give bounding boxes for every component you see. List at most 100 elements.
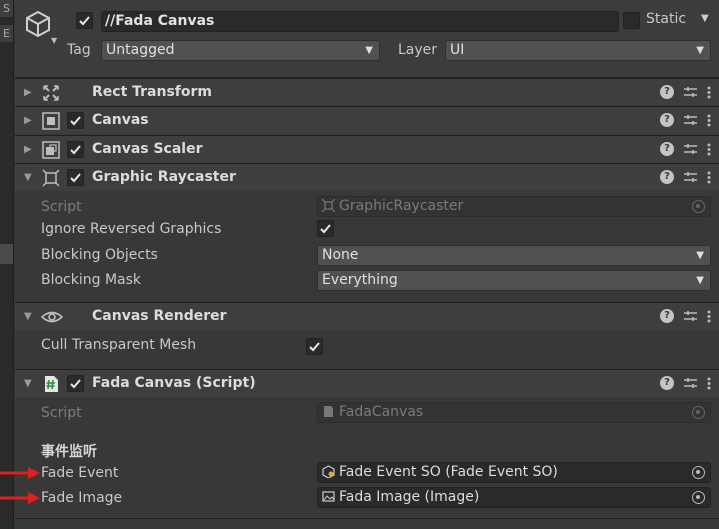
fade-image-field[interactable]: Fada Image (Image) bbox=[317, 487, 711, 508]
blocking-mask-dropdown[interactable]: Everything ▼ bbox=[317, 270, 711, 291]
help-icon[interactable]: ? bbox=[660, 113, 674, 127]
component-title: Graphic Raycaster bbox=[92, 169, 236, 185]
scriptable-object-icon bbox=[322, 465, 335, 478]
fold-arrow-icon[interactable]: ▼ bbox=[24, 311, 32, 322]
object-name-input[interactable]: //Fada Canvas bbox=[101, 11, 619, 32]
fold-arrow-icon[interactable]: ▶ bbox=[24, 87, 32, 98]
help-icon[interactable]: ? bbox=[660, 170, 674, 184]
help-icon[interactable]: ? bbox=[660, 85, 674, 99]
component-header-canvas-scaler[interactable]: ▶ Canvas Scaler ? bbox=[15, 135, 719, 163]
static-dropdown-arrow[interactable]: ▼ bbox=[701, 13, 709, 24]
graphic-raycaster-icon bbox=[322, 199, 335, 212]
kebab-menu-icon[interactable] bbox=[707, 86, 711, 99]
object-picker-icon[interactable] bbox=[692, 466, 705, 479]
component-title: Canvas bbox=[92, 112, 149, 128]
preset-sliders-icon[interactable] bbox=[684, 114, 697, 127]
red-annotation-arrow bbox=[0, 492, 40, 504]
blocking-mask-value: Everything bbox=[322, 272, 398, 288]
component-header-canvas[interactable]: ▶ Canvas ? bbox=[15, 106, 719, 134]
canvas-scaler-icon bbox=[42, 141, 60, 159]
object-picker-icon bbox=[692, 200, 705, 213]
kebab-menu-icon[interactable] bbox=[707, 143, 711, 156]
blocking-objects-value: None bbox=[322, 247, 359, 263]
enabled-checkbox[interactable] bbox=[67, 112, 84, 129]
help-icon[interactable]: ? bbox=[660, 376, 674, 390]
kebab-menu-icon[interactable] bbox=[707, 114, 711, 127]
layer-label: Layer bbox=[398, 42, 438, 58]
script-value: FadaCanvas bbox=[339, 404, 424, 420]
layer-dropdown[interactable]: UI ▼ bbox=[445, 40, 711, 61]
fold-arrow-icon[interactable]: ▶ bbox=[24, 144, 32, 155]
red-annotation-arrow bbox=[0, 467, 40, 479]
tag-value: Untagged bbox=[106, 42, 175, 58]
graphic-raycaster-icon bbox=[42, 169, 60, 187]
preset-sliders-icon[interactable] bbox=[684, 86, 697, 99]
ignore-reversed-checkbox[interactable] bbox=[317, 220, 334, 237]
fold-arrow-icon[interactable]: ▼ bbox=[24, 378, 32, 389]
left-strip-glyph: E bbox=[0, 25, 13, 42]
script-label: Script bbox=[41, 405, 82, 421]
cull-transparent-checkbox[interactable] bbox=[306, 338, 323, 355]
preset-sliders-icon[interactable] bbox=[684, 171, 697, 184]
component-header-fada-canvas-script[interactable]: ▼ Fada Canvas (Script) ? bbox=[15, 369, 719, 397]
blocking-objects-label: Blocking Objects bbox=[41, 247, 158, 263]
left-strip-selection bbox=[0, 244, 13, 264]
icon-dropdown-arrow[interactable]: ▼ bbox=[51, 36, 57, 45]
component-title: Fada Canvas (Script) bbox=[92, 375, 256, 391]
script-label: Script bbox=[41, 199, 82, 215]
component-title: Rect Transform bbox=[92, 84, 213, 100]
component-header-rect-transform[interactable]: ▶ Rect Transform ? bbox=[15, 78, 719, 106]
script-file-icon bbox=[324, 406, 333, 417]
chevron-down-icon: ▼ bbox=[696, 250, 704, 261]
chevron-down-icon: ▼ bbox=[696, 275, 704, 286]
eye-icon bbox=[41, 311, 63, 323]
fade-event-label: Fade Event bbox=[41, 465, 119, 481]
help-icon[interactable]: ? bbox=[660, 142, 674, 156]
kebab-menu-icon[interactable] bbox=[707, 310, 711, 323]
component-header-graphic-raycaster[interactable]: ▼ Graphic Raycaster ? bbox=[15, 163, 719, 191]
preset-sliders-icon[interactable] bbox=[684, 377, 697, 390]
object-picker-icon bbox=[692, 406, 705, 419]
ignore-reversed-label: Ignore Reversed Graphics bbox=[41, 221, 222, 237]
component-title: Canvas Renderer bbox=[92, 308, 227, 324]
fold-arrow-icon[interactable]: ▶ bbox=[24, 115, 32, 126]
preset-sliders-icon[interactable] bbox=[684, 310, 697, 323]
kebab-menu-icon[interactable] bbox=[707, 171, 711, 184]
script-value: GraphicRaycaster bbox=[339, 198, 464, 214]
script-field: GraphicRaycaster bbox=[317, 196, 711, 217]
tag-label: Tag bbox=[67, 42, 91, 58]
tag-dropdown[interactable]: Untagged ▼ bbox=[101, 40, 380, 61]
component-header-canvas-renderer[interactable]: ▼ Canvas Renderer ? bbox=[15, 302, 719, 330]
canvas-icon bbox=[42, 112, 60, 130]
section-header: 事件监听 bbox=[41, 444, 97, 460]
inspector-panel: ▼ //Fada Canvas Static ▼ Tag Untagged ▼ … bbox=[0, 0, 719, 529]
component-title: Canvas Scaler bbox=[92, 141, 203, 157]
image-component-icon bbox=[322, 491, 335, 502]
layer-value: UI bbox=[450, 42, 465, 58]
preset-sliders-icon[interactable] bbox=[684, 143, 697, 156]
rect-transform-icon bbox=[43, 85, 59, 101]
left-strip-glyph: S bbox=[0, 0, 13, 17]
enabled-checkbox[interactable] bbox=[67, 375, 84, 392]
static-label: Static bbox=[646, 11, 687, 27]
gameobject-cube-icon bbox=[26, 10, 50, 38]
fade-event-value: Fade Event SO (Fade Event SO) bbox=[339, 464, 558, 480]
script-field: FadaCanvas bbox=[317, 402, 711, 423]
object-picker-icon[interactable] bbox=[692, 491, 705, 504]
gameobject-header: ▼ //Fada Canvas Static ▼ Tag Untagged ▼ … bbox=[15, 0, 719, 78]
kebab-menu-icon[interactable] bbox=[707, 377, 711, 390]
help-icon[interactable]: ? bbox=[660, 309, 674, 323]
enabled-checkbox[interactable] bbox=[67, 141, 84, 158]
script-icon bbox=[45, 376, 58, 392]
active-checkbox[interactable] bbox=[76, 12, 93, 29]
hierarchy-panel-edge: S E bbox=[0, 0, 14, 529]
chevron-down-icon: ▼ bbox=[696, 45, 704, 56]
fold-arrow-icon[interactable]: ▼ bbox=[24, 172, 32, 183]
static-checkbox[interactable] bbox=[623, 12, 640, 29]
fade-image-label: Fade Image bbox=[41, 490, 123, 506]
cull-transparent-label: Cull Transparent Mesh bbox=[41, 337, 197, 353]
fade-image-value: Fada Image (Image) bbox=[339, 489, 480, 505]
blocking-objects-dropdown[interactable]: None ▼ bbox=[317, 245, 711, 266]
enabled-checkbox[interactable] bbox=[67, 169, 84, 186]
fade-event-field[interactable]: Fade Event SO (Fade Event SO) bbox=[317, 462, 711, 483]
